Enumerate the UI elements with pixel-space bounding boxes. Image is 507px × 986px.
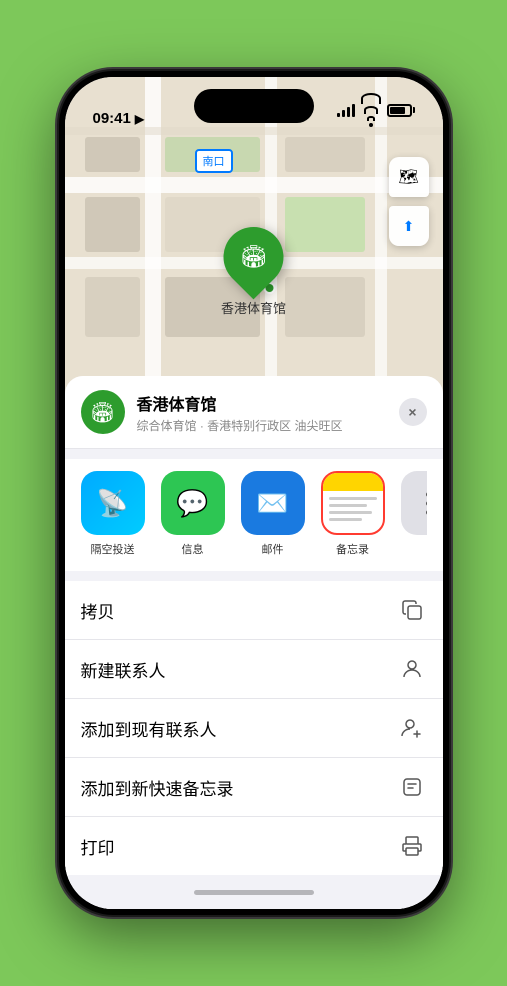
add-contact-label: 添加到现有联系人: [81, 716, 397, 741]
share-icons-scroll: 📡 隔空投送 💬 信息 ✉️: [81, 471, 427, 557]
person-add-icon: [397, 713, 427, 743]
share-more[interactable]: 提: [401, 471, 427, 557]
share-mail[interactable]: ✉️ 邮件: [241, 471, 305, 557]
signal-icon: [337, 104, 355, 117]
action-print[interactable]: 打印: [65, 817, 443, 875]
print-icon: [397, 831, 427, 861]
home-indicator: [65, 875, 443, 909]
new-contact-label: 新建联系人: [81, 657, 397, 682]
action-new-contact[interactable]: 新建联系人: [65, 640, 443, 699]
notes-icon-box: [321, 471, 385, 535]
venue-name: 香港体育馆: [137, 391, 387, 415]
map-pin: 🏟 香港体育馆: [221, 227, 286, 317]
print-label: 打印: [81, 834, 397, 859]
venue-icon: 🏟: [81, 390, 125, 434]
share-messages[interactable]: 💬 信息: [161, 471, 225, 557]
bottom-sheet: 🏟 香港体育馆 综合体育馆 · 香港特别行政区 油尖旺区 × 📡: [65, 376, 443, 909]
home-bar: [194, 890, 314, 895]
messages-label: 信息: [182, 541, 204, 557]
map-controls[interactable]: 🗺 ⬆: [389, 157, 429, 246]
more-dots-icon: [426, 492, 427, 515]
action-add-contact[interactable]: 添加到现有联系人: [65, 699, 443, 758]
wifi-icon: [361, 93, 381, 127]
notes-content: [323, 491, 383, 533]
more-icon-box: [401, 471, 427, 535]
quick-note-label: 添加到新快速备忘录: [81, 775, 397, 800]
mail-icon-box: ✉️: [241, 471, 305, 535]
action-quick-note[interactable]: 添加到新快速备忘录: [65, 758, 443, 817]
battery-icon: [387, 104, 415, 117]
location-icon: ▶: [135, 112, 144, 126]
map-view-button[interactable]: 🗺: [389, 157, 429, 197]
close-icon: ×: [408, 404, 416, 420]
location-button[interactable]: ⬆: [389, 206, 429, 246]
airdrop-label: 隔空投送: [91, 541, 135, 557]
map-location-label: 南口: [195, 149, 233, 173]
airdrop-icon-box: 📡: [81, 471, 145, 535]
copy-label: 拷贝: [81, 598, 397, 623]
dynamic-island: [194, 89, 314, 123]
status-time: 09:41 ▶: [93, 110, 145, 127]
share-row: 📡 隔空投送 💬 信息 ✉️: [65, 459, 443, 571]
copy-icon: [397, 595, 427, 625]
share-airdrop[interactable]: 📡 隔空投送: [81, 471, 145, 557]
share-notes[interactable]: 备忘录: [321, 471, 385, 557]
mail-icon: ✉️: [256, 488, 288, 519]
pin-label: 香港体育馆: [221, 298, 286, 317]
notes-label: 备忘录: [336, 541, 369, 557]
notes-yellow-bar: [323, 473, 383, 491]
map-view-icon: 🗺: [398, 167, 418, 187]
venue-header: 🏟 香港体育馆 综合体育馆 · 香港特别行政区 油尖旺区 ×: [65, 376, 443, 449]
mail-label: 邮件: [262, 541, 284, 557]
person-icon: [397, 654, 427, 684]
status-icons: [337, 93, 415, 127]
phone-frame: 09:41 ▶: [59, 71, 449, 915]
venue-info: 香港体育馆 综合体育馆 · 香港特别行政区 油尖旺区: [137, 391, 387, 434]
pin-circle: 🏟: [211, 215, 296, 300]
phone-screen: 09:41 ▶: [65, 77, 443, 909]
memo-icon: [397, 772, 427, 802]
airdrop-icon: 📡: [96, 488, 128, 519]
action-list: 拷贝 新建联系人: [65, 581, 443, 875]
stadium-icon: 🏟: [240, 244, 268, 270]
close-button[interactable]: ×: [399, 398, 427, 426]
action-copy[interactable]: 拷贝: [65, 581, 443, 640]
messages-icon: 💬: [176, 488, 208, 519]
venue-subtitle: 综合体育馆 · 香港特别行政区 油尖旺区: [137, 417, 387, 434]
location-arrow-icon: ⬆: [403, 218, 415, 235]
messages-icon-box: 💬: [161, 471, 225, 535]
